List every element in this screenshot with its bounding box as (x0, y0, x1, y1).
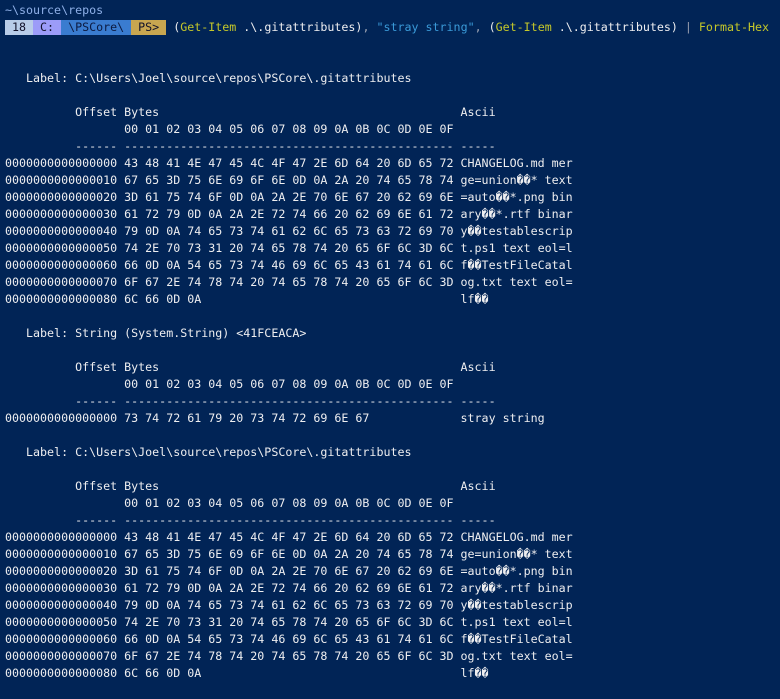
hex-row: 0000000000000010 67 65 3D 75 6E 69 6F 6E… (5, 547, 573, 561)
hex-row: 0000000000000020 3D 61 75 74 6F 0D 0A 2A… (5, 564, 573, 578)
hex-row: 0000000000000070 6F 67 2E 74 78 74 20 74… (5, 649, 573, 663)
pipe: | (684, 20, 692, 34)
column-header: Offset Bytes Ascii (5, 479, 496, 493)
argument: .\.gitattributes) (236, 20, 363, 34)
history-number-segment: 18 (5, 20, 34, 35)
hex-row: 0000000000000000 73 74 72 61 79 20 73 74… (5, 411, 545, 425)
hex-row: 0000000000000000 43 48 41 4E 47 45 4C 4F… (5, 530, 573, 544)
hex-row: 0000000000000060 66 0D 0A 54 65 73 74 46… (5, 258, 573, 272)
argument: .\.gitattributes) (551, 20, 685, 34)
hex-row: 0000000000000000 43 48 41 4E 47 45 4C 4F… (5, 156, 573, 170)
header-divider: ------ ---------------------------------… (5, 513, 496, 527)
cwd-line: ~\source\repos (5, 3, 104, 17)
comma: , (474, 20, 489, 34)
hex-row: 0000000000000050 74 2E 70 73 31 20 74 65… (5, 615, 573, 629)
hex-row: 0000000000000080 6C 66 0D 0A lf�� (5, 292, 489, 306)
command-get-item: Get-Item (180, 20, 237, 34)
hex-row: 0000000000000050 74 2E 70 73 31 20 74 65… (5, 241, 573, 255)
hex-row: 0000000000000030 61 72 79 0D 0A 2A 2E 72… (5, 207, 573, 221)
block-label: Label: String (System.String) <41FCEACA> (5, 326, 307, 340)
drive-segment: C: (33, 20, 62, 35)
folder-segment: \PSCore\ (61, 20, 132, 35)
block-label: Label: C:\Users\Joel\source\repos\PSCore… (5, 71, 412, 85)
hex-row: 0000000000000010 67 65 3D 75 6E 69 6F 6E… (5, 173, 573, 187)
command-get-item: Get-Item (495, 20, 552, 34)
hex-row: 0000000000000040 79 0D 0A 74 65 73 74 61… (5, 224, 573, 238)
hex-row: 0000000000000060 66 0D 0A 54 65 73 74 46… (5, 632, 573, 646)
header-divider: ------ ---------------------------------… (5, 394, 496, 408)
block-label: Label: C:\Users\Joel\source\repos\PSCore… (5, 445, 412, 459)
comma: , (362, 20, 377, 34)
terminal-output[interactable]: ~\source\repos 18 C: \PSCore\ PS> (Get-Item… (5, 2, 780, 699)
hex-row: 0000000000000040 79 0D 0A 74 65 73 74 61… (5, 598, 573, 612)
hex-output: Label: C:\Users\Joel\source\repos\PSCore… (5, 36, 780, 699)
byte-column-header: 00 01 02 03 04 05 06 07 08 09 0A 0B 0C 0… (5, 377, 454, 391)
paren: ( (488, 20, 496, 34)
hex-row: 0000000000000020 3D 61 75 74 6F 0D 0A 2A… (5, 190, 573, 204)
header-divider: ------ ---------------------------------… (5, 139, 496, 153)
column-header: Offset Bytes Ascii (5, 105, 496, 119)
byte-column-header: 00 01 02 03 04 05 06 07 08 09 0A 0B 0C 0… (5, 496, 454, 510)
string-literal: "stray string" (376, 20, 475, 34)
column-header: Offset Bytes Ascii (5, 360, 496, 374)
hex-row: 0000000000000070 6F 67 2E 74 78 74 20 74… (5, 275, 573, 289)
byte-column-header: 00 01 02 03 04 05 06 07 08 09 0A 0B 0C 0… (5, 122, 454, 136)
prompt-line[interactable]: 18 C: \PSCore\ PS> (Get-Item .\.gitattribut… (5, 19, 780, 36)
ps-segment: PS> (131, 20, 167, 35)
hex-row: 0000000000000030 61 72 79 0D 0A 2A 2E 72… (5, 581, 573, 595)
hex-row: 0000000000000080 6C 66 0D 0A lf�� (5, 666, 489, 680)
command-format-hex: Format-Hex (691, 20, 769, 34)
